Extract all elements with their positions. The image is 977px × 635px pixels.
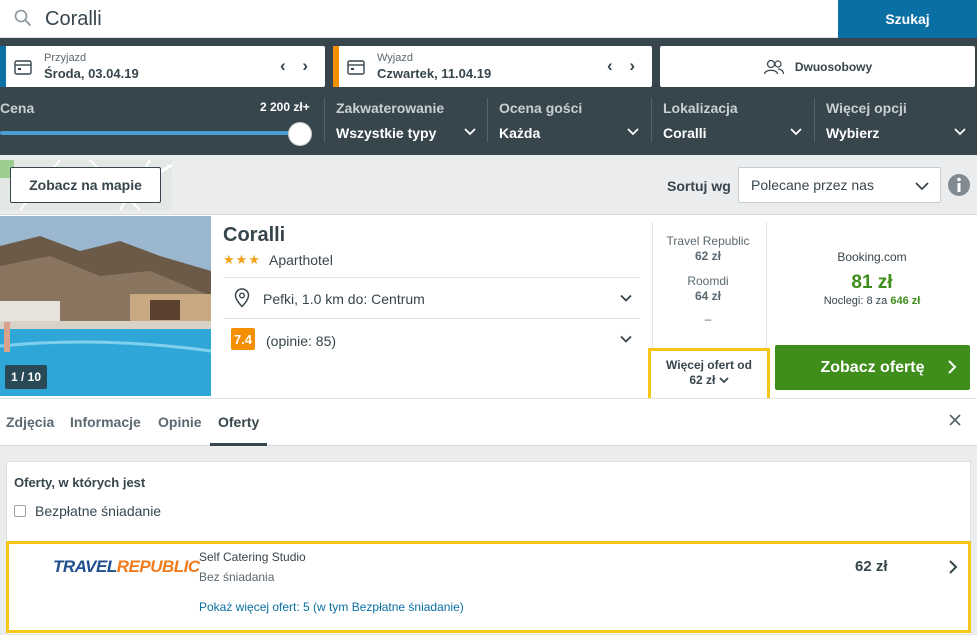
- offers-filter-title: Oferty, w których jest: [14, 475, 146, 490]
- chevron-down-icon: [719, 377, 729, 384]
- offer-row[interactable]: [6, 541, 971, 633]
- accommodation-filter-title: Zakwaterowanie: [336, 100, 445, 116]
- location-filter-value[interactable]: Coralli: [663, 125, 707, 141]
- partner-price[interactable]: 64 zł: [652, 289, 764, 303]
- more-options-title: Więcej opcji: [826, 100, 907, 116]
- tab-photos[interactable]: Zdjęcia: [6, 414, 54, 430]
- calendar-icon: [14, 60, 32, 75]
- hotel-tabs: [0, 398, 977, 446]
- hotel-type: Aparthotel: [269, 252, 333, 268]
- tab-offers[interactable]: Oferty: [218, 414, 259, 430]
- tab-reviews[interactable]: Opinie: [158, 414, 202, 430]
- reviews-count: (opinie: 85): [266, 333, 337, 349]
- rating-filter-value[interactable]: Każda: [499, 125, 540, 141]
- calendar-icon: [347, 60, 365, 75]
- chevron-down-icon: [915, 182, 929, 191]
- tab-info[interactable]: Informacje: [70, 414, 141, 430]
- view-offer-button[interactable]: Zobacz ofertę: [775, 345, 970, 390]
- checkin-nav-arrows[interactable]: ‹ ›: [280, 56, 314, 76]
- filter-divider: [651, 98, 652, 142]
- checkout-nav-arrows[interactable]: ‹ ›: [607, 56, 641, 76]
- hotel-stars: ★★★: [223, 252, 261, 267]
- checkout-date-picker[interactable]: Wyjazd Czwartek, 11.04.19 ‹ ›: [333, 46, 652, 87]
- partner-name[interactable]: Roomdi: [652, 274, 764, 288]
- search-icon: [14, 9, 32, 27]
- offer-board-type: Bez śniadania: [199, 570, 275, 584]
- logo-part-2: REPUBLIC: [116, 557, 200, 576]
- more-offers-label: Więcej ofert od: [666, 358, 752, 372]
- rating-badge: 7.4: [231, 328, 255, 350]
- room-type-label: Dwuosobowy: [794, 59, 873, 74]
- room-type-selector[interactable]: Dwuosobowy: [660, 46, 975, 87]
- logo-part-1: TRAVEL: [53, 557, 117, 576]
- search-button[interactable]: Szukaj: [838, 0, 977, 38]
- rating-filter-title: Ocena gości: [499, 100, 583, 116]
- info-icon[interactable]: [946, 172, 972, 198]
- sort-select-value: Polecane przez nas: [751, 177, 874, 193]
- more-options-value[interactable]: Wybierz: [826, 125, 879, 141]
- chevron-down-icon[interactable]: [620, 333, 632, 345]
- best-offer-provider[interactable]: Booking.com: [775, 250, 969, 264]
- price-filter-title: Cena: [0, 100, 35, 116]
- more-offers-price-value: 62 zł: [689, 373, 716, 387]
- best-offer-nights: Noclegi: 8 za 646 zł: [775, 295, 969, 307]
- checkin-date-picker[interactable]: Przyjazd Środa, 03.04.19 ‹ ›: [0, 46, 325, 87]
- close-icon[interactable]: [948, 413, 962, 427]
- chevron-down-icon[interactable]: [954, 125, 966, 137]
- chevron-down-icon[interactable]: [790, 125, 802, 137]
- partner-price[interactable]: 62 zł: [652, 249, 764, 263]
- location-filter-title: Lokalizacja: [663, 100, 738, 116]
- price-slider-track[interactable]: [0, 131, 300, 135]
- price-filter-max: 2 200 zł+: [260, 100, 310, 114]
- accommodation-filter-value[interactable]: Wszystkie typy: [336, 125, 436, 141]
- best-offer-price[interactable]: 81 zł: [775, 272, 969, 294]
- checkin-stripe: [0, 46, 6, 87]
- more-offers-button[interactable]: Więcej ofert od 62 zł: [648, 348, 770, 402]
- hotel-location: Pefki, 1.0 km do: Centrum: [263, 291, 425, 307]
- offer-price[interactable]: 62 zł: [855, 558, 888, 575]
- column-divider: [766, 222, 767, 350]
- free-breakfast-label[interactable]: Bezpłatne śniadanie: [35, 503, 161, 519]
- page: Szukaj Przyjazd Środa, 03.04.19 ‹ › Wyja…: [0, 0, 977, 635]
- partner-placeholder: –: [704, 312, 712, 326]
- more-offers-price: 62 zł: [651, 373, 767, 388]
- divider: [223, 277, 640, 278]
- checkin-value: Środa, 03.04.19: [44, 66, 139, 81]
- nights-prefix: Noclegi: 8 za: [823, 295, 888, 307]
- filter-divider: [324, 98, 325, 142]
- sort-select[interactable]: Polecane przez nas: [738, 167, 941, 203]
- checkin-label: Przyjazd: [44, 52, 87, 64]
- guests-icon: [763, 59, 784, 74]
- chevron-right-icon[interactable]: [948, 560, 958, 574]
- nights-total: 646 zł: [890, 295, 921, 307]
- photo-counter[interactable]: 1 / 10: [5, 365, 47, 389]
- search-input[interactable]: [45, 5, 825, 33]
- partner-name[interactable]: Travel Republic: [652, 234, 764, 248]
- travel-republic-logo: TRAVELREPUBLIC: [53, 557, 200, 577]
- sort-label: Sortuj wg: [667, 178, 731, 194]
- chevron-down-icon[interactable]: [464, 125, 476, 137]
- show-more-offers-link[interactable]: Pokaż więcej ofert: 5 (w tym Bezpłatne ś…: [199, 600, 464, 614]
- chevron-down-icon[interactable]: [627, 125, 639, 137]
- divider: [223, 318, 640, 319]
- checkout-value: Czwartek, 11.04.19: [377, 66, 492, 81]
- chevron-right-icon: [948, 360, 957, 374]
- location-pin-icon: [234, 288, 250, 308]
- price-slider-handle[interactable]: [288, 122, 312, 146]
- hotel-name[interactable]: Coralli: [223, 224, 285, 247]
- checkout-stripe: [333, 46, 339, 87]
- free-breakfast-checkbox[interactable]: [14, 505, 26, 517]
- offer-room-type: Self Catering Studio: [199, 550, 306, 564]
- filter-divider: [814, 98, 815, 142]
- filter-divider: [487, 98, 488, 142]
- chevron-down-icon[interactable]: [620, 292, 632, 304]
- checkout-label: Wyjazd: [377, 52, 413, 64]
- show-on-map-button[interactable]: Zobacz na mapie: [10, 167, 161, 203]
